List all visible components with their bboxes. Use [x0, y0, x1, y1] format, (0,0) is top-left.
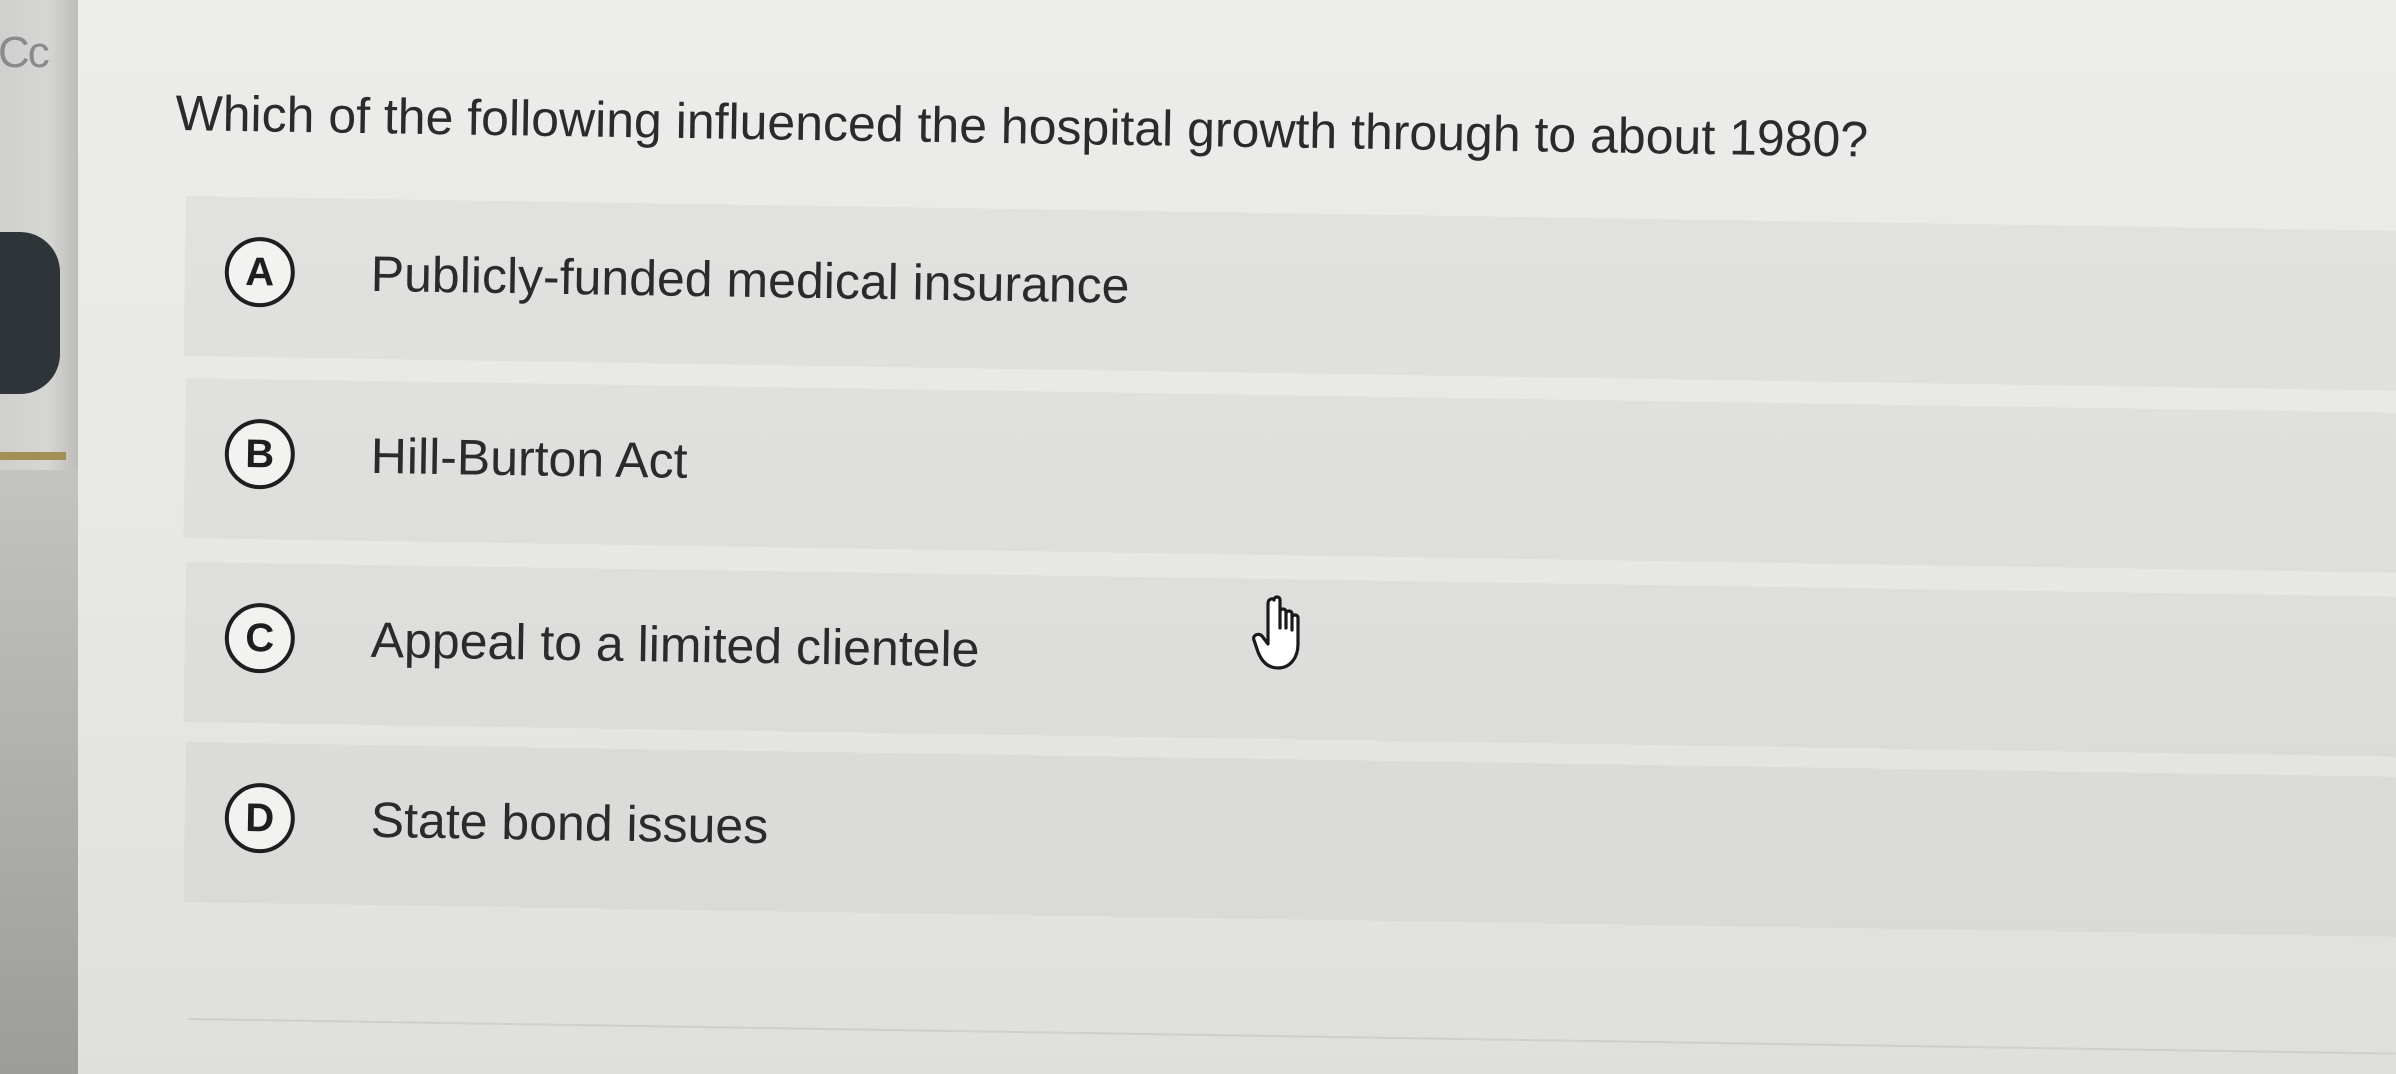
- option-letter-badge: C: [224, 602, 296, 674]
- option-label: Publicly-funded medical insurance: [370, 245, 1130, 314]
- adjacent-window-edge: Cc: [0, 0, 78, 1074]
- option-label: Hill-Burton Act: [370, 427, 688, 489]
- option-letter-badge: B: [224, 418, 296, 490]
- option-label: State bond issues: [370, 791, 769, 855]
- accent-line: [0, 452, 66, 460]
- sidebar-shade: [0, 470, 78, 1074]
- screen: Cc Which of the following influenced the…: [0, 0, 2396, 1074]
- hand-pointer-icon: [1252, 595, 1300, 670]
- option-letter-badge: D: [224, 782, 296, 854]
- option-label: Appeal to a limited clientele: [370, 611, 980, 678]
- option-letter-badge: A: [224, 236, 296, 308]
- cut-off-text: Cc: [0, 28, 50, 77]
- dark-sidebar-element: [0, 232, 60, 394]
